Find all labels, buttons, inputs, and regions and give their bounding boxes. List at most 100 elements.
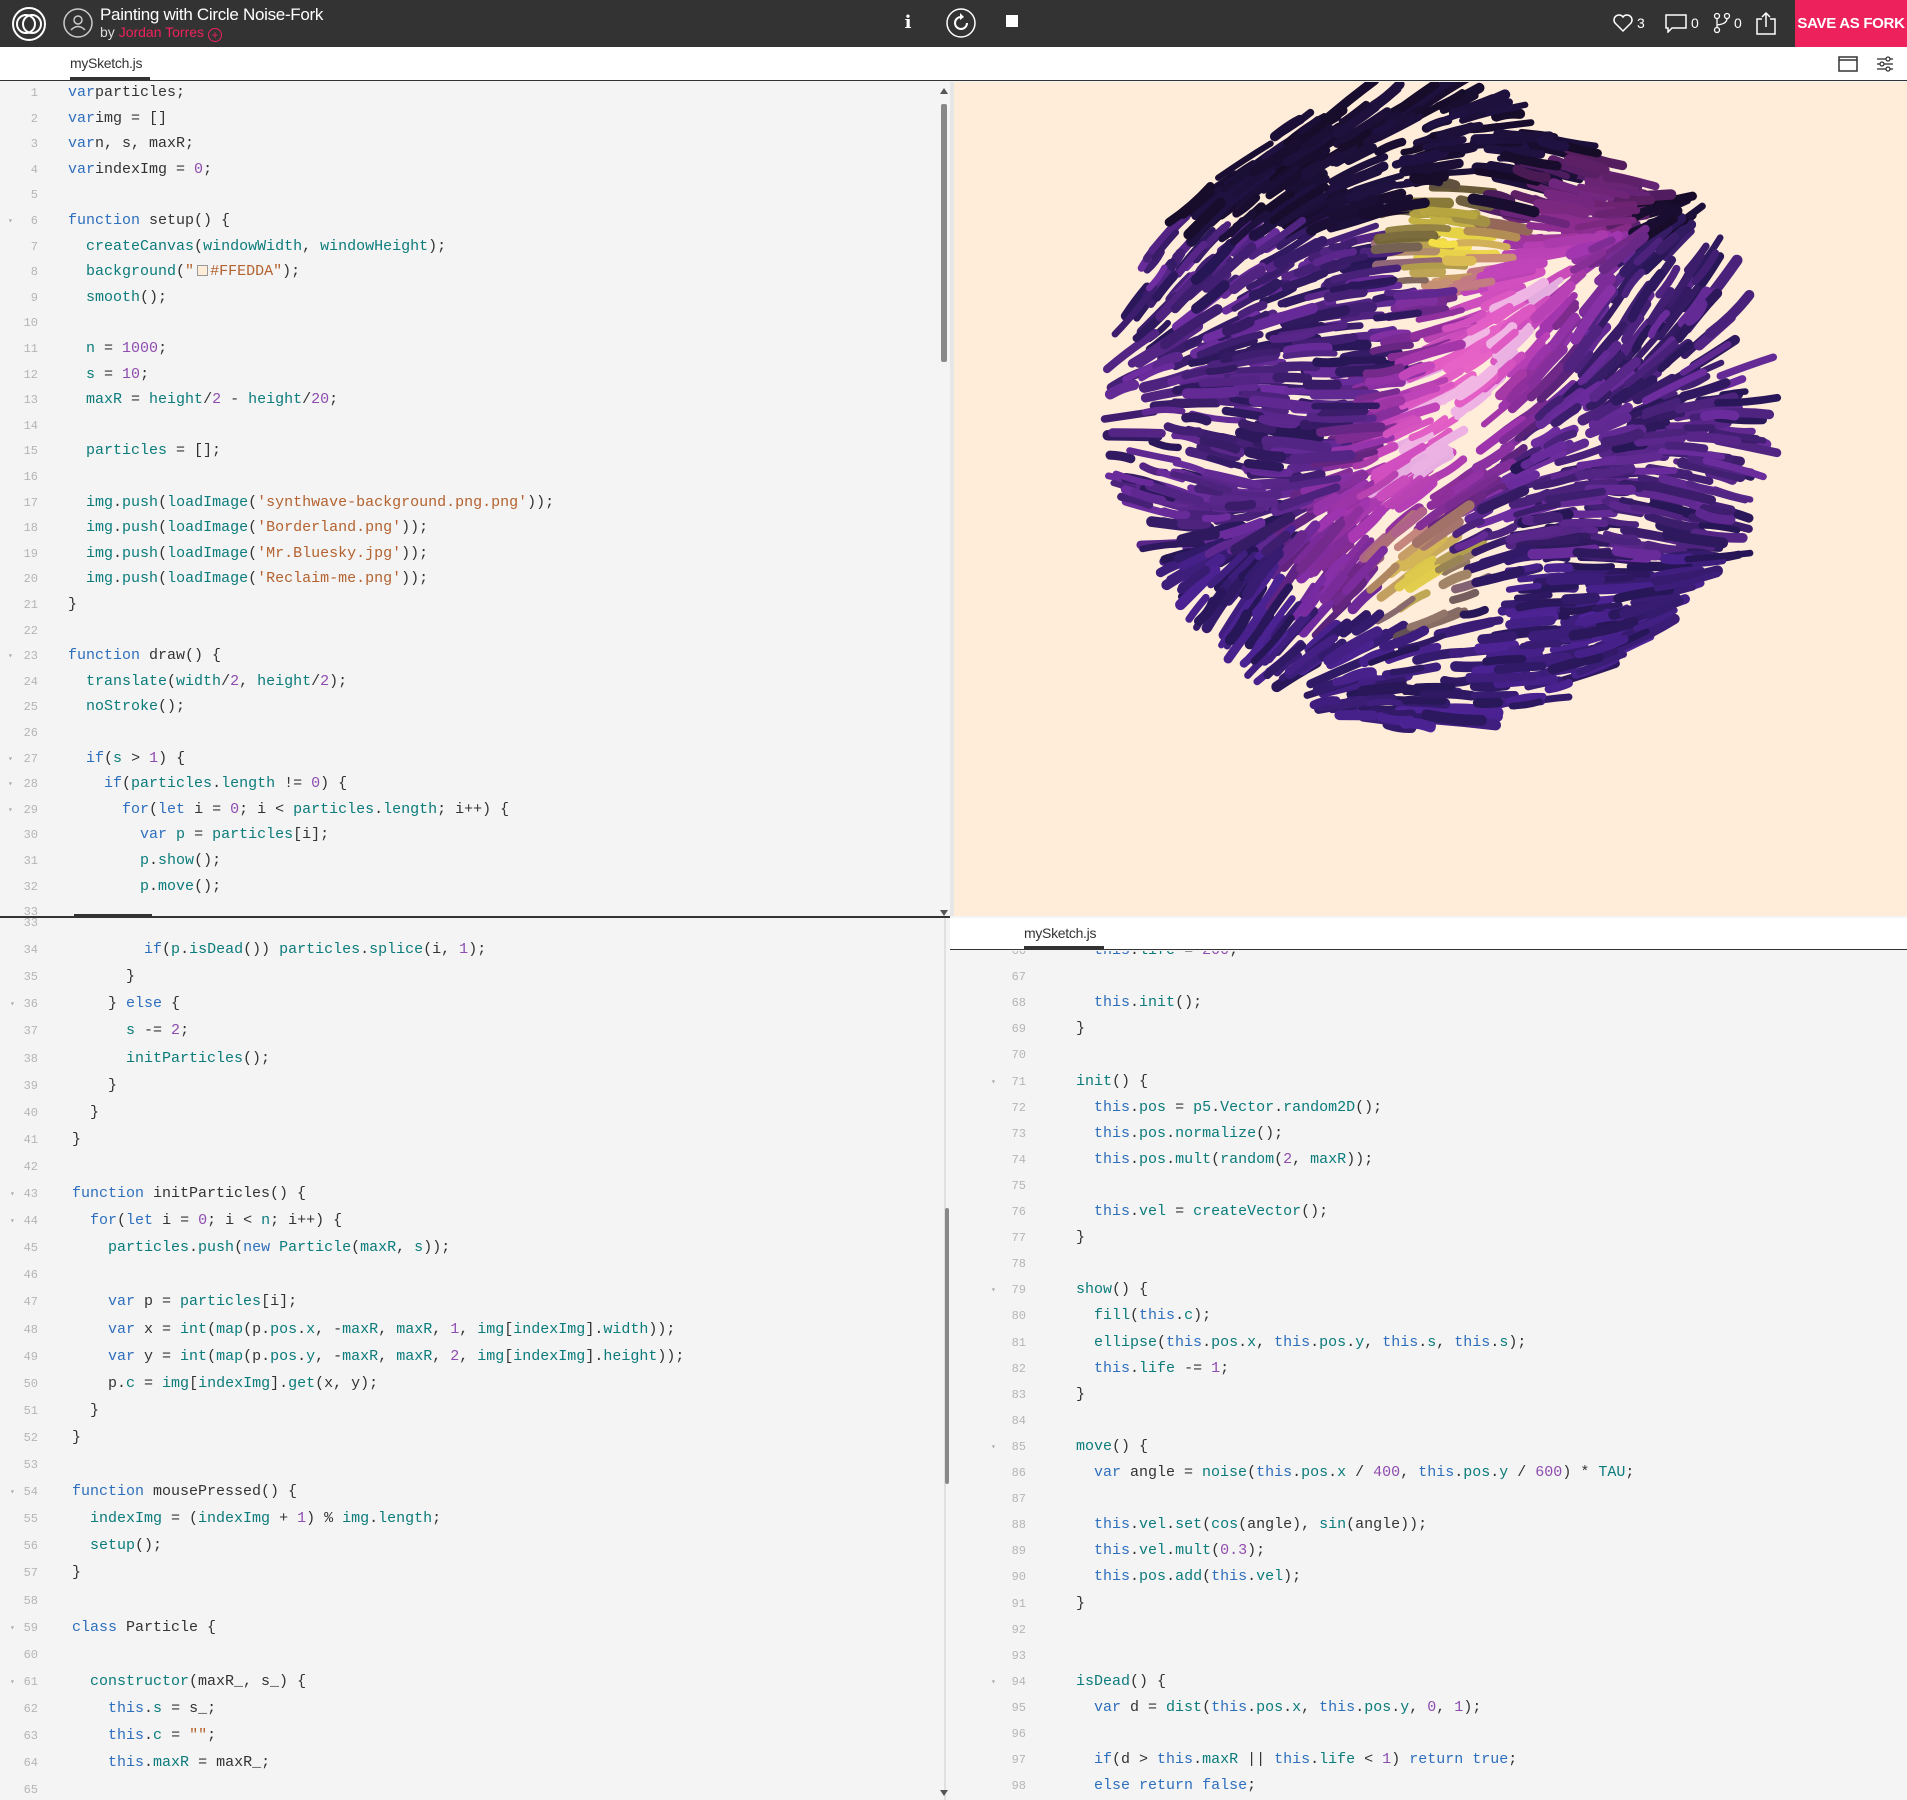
code-line[interactable]: 33	[0, 918, 940, 935]
fold-arrow-icon[interactable]: ▾	[10, 1487, 15, 1497]
code-line[interactable]: 75	[950, 1176, 1907, 1198]
code-line[interactable]: 70	[950, 1045, 1907, 1067]
fold-arrow-icon[interactable]: ▾	[10, 1677, 15, 1687]
color-swatch[interactable]	[197, 265, 209, 277]
code-line[interactable]: 79 ▾ show() {	[950, 1280, 1907, 1302]
plus-icon[interactable]: +	[208, 28, 223, 42]
code-line[interactable]: 86 var angle = noise(this.pos.x / 400, t…	[950, 1463, 1907, 1485]
user-icon[interactable]	[63, 8, 93, 38]
code-line[interactable]: 69 }	[950, 1019, 1907, 1041]
editor-scrollbar-top[interactable]	[941, 104, 947, 362]
fold-arrow-icon[interactable]: ▾	[10, 1189, 15, 1199]
code-line[interactable]: 92	[950, 1620, 1907, 1642]
code-line[interactable]: 74 this.pos.mult(random(2, maxR));	[950, 1150, 1907, 1172]
code-line[interactable]: 17 img.push(loadImage('synthwave-backgro…	[0, 493, 940, 515]
code-line[interactable]: 32 p.move();	[0, 877, 940, 899]
code-line[interactable]: 30 var p = particles[i];	[0, 825, 940, 847]
code-line[interactable]: 15 particles = [];	[0, 441, 940, 463]
code-line[interactable]: 97 if(d > this.maxR || this.life < 1) re…	[950, 1750, 1907, 1772]
tab-mysketch-js[interactable]: mySketch.js	[70, 55, 142, 71]
code-line[interactable]: 95 var d = dist(this.pos.x, this.pos.y, …	[950, 1698, 1907, 1720]
code-line[interactable]: 38 initParticles();	[0, 1049, 940, 1071]
code-line[interactable]: 12 s = 10;	[0, 365, 940, 387]
code-line[interactable]: 78	[950, 1254, 1907, 1276]
code-line[interactable]: 77 }	[950, 1228, 1907, 1250]
fold-arrow-icon[interactable]: ▾	[8, 779, 13, 789]
code-line[interactable]: 46	[0, 1265, 940, 1287]
code-line[interactable]: 60	[0, 1645, 940, 1667]
code-line[interactable]: 36 ▾ } else {	[0, 994, 940, 1016]
code-line[interactable]: 6 ▾ function setup() {	[0, 211, 940, 233]
code-line[interactable]: 28 ▾ if(particles.length != 0) {	[0, 774, 940, 796]
code-line[interactable]: 11 n = 1000;	[0, 339, 940, 361]
code-line[interactable]: 71 ▾ init() {	[950, 1072, 1907, 1094]
code-line[interactable]: 31 p.show();	[0, 851, 940, 873]
code-line[interactable]: 21}	[0, 595, 940, 617]
code-line[interactable]: 88 this.vel.set(cos(angle), sin(angle));	[950, 1515, 1907, 1537]
editor-scrollbar-bottom-left[interactable]	[945, 1208, 949, 1484]
stop-icon[interactable]	[1006, 15, 1018, 27]
code-line[interactable]: 90 this.pos.add(this.vel);	[950, 1567, 1907, 1589]
code-line[interactable]: 18 img.push(loadImage('Borderland.png'))…	[0, 518, 940, 540]
code-line[interactable]: 45 particles.push(new Particle(maxR, s))…	[0, 1238, 940, 1260]
code-line[interactable]: 72 this.pos = p5.Vector.random2D();	[950, 1098, 1907, 1120]
code-line[interactable]: 9 smooth();	[0, 288, 940, 310]
code-line[interactable]: 5	[0, 185, 940, 207]
code-line[interactable]: 50 p.c = img[indexImg].get(x, y);	[0, 1374, 940, 1396]
code-line[interactable]: 19 img.push(loadImage('Mr.Bluesky.jpg'))…	[0, 544, 940, 566]
fold-arrow-icon[interactable]: ▾	[8, 651, 13, 661]
code-line[interactable]: 13 maxR = height/2 - height/20;	[0, 390, 940, 412]
save-as-fork-button[interactable]: SAVE AS FORK	[1795, 0, 1907, 47]
code-line[interactable]: 59 ▾ class Particle {	[0, 1618, 940, 1640]
code-line[interactable]: 10	[0, 313, 940, 335]
code-line[interactable]: 25 noStroke();	[0, 697, 940, 719]
code-line[interactable]: 66 this.life = 200;	[950, 951, 1907, 963]
code-line[interactable]: 4 varindexImg = 0;	[0, 160, 940, 182]
fold-arrow-icon[interactable]: ▾	[10, 1623, 15, 1633]
scroll-down-arrow-icon-bottom[interactable]	[940, 1790, 948, 1796]
code-line[interactable]: 37 s -= 2;	[0, 1021, 940, 1043]
code-line[interactable]: 43 ▾ function initParticles() {	[0, 1184, 940, 1206]
code-line[interactable]: 84	[950, 1411, 1907, 1433]
scroll-up-arrow-icon[interactable]	[940, 88, 948, 94]
code-line[interactable]: 40 }	[0, 1103, 940, 1125]
code-line[interactable]: 93	[950, 1646, 1907, 1668]
code-line[interactable]: 22	[0, 621, 940, 643]
code-line[interactable]: 61 ▾ constructor(maxR_, s_) {	[0, 1672, 940, 1694]
code-line[interactable]: 80 fill(this.c);	[950, 1306, 1907, 1328]
code-line[interactable]: 34 if(p.isDead()) particles.splice(i, 1)…	[0, 940, 940, 962]
code-line[interactable]: 51 }	[0, 1401, 940, 1423]
code-line[interactable]: 2 varimg = []	[0, 109, 940, 131]
author-link[interactable]: Jordan Torres	[119, 24, 204, 40]
likes-counter[interactable]: 3	[1612, 9, 1645, 37]
code-line[interactable]: 26	[0, 723, 940, 745]
fold-arrow-icon[interactable]: ▾	[8, 754, 13, 764]
code-line[interactable]: 52}	[0, 1428, 940, 1450]
code-line[interactable]: 56 setup();	[0, 1536, 940, 1558]
code-line[interactable]: 29 ▾ for(let i = 0; i < particles.length;…	[0, 800, 940, 822]
code-line[interactable]: 39 }	[0, 1076, 940, 1098]
code-line[interactable]: 42	[0, 1157, 940, 1179]
restart-icon[interactable]	[945, 7, 977, 39]
fold-arrow-icon[interactable]: ▾	[10, 999, 15, 1009]
code-line[interactable]: 54 ▾ function mousePressed() {	[0, 1482, 940, 1504]
forks-counter[interactable]: 0	[1713, 9, 1742, 37]
fold-arrow-icon[interactable]: ▾	[991, 1077, 996, 1087]
code-line[interactable]: 8 background(" #FFEDDA");	[0, 262, 940, 284]
code-line[interactable]: 91 }	[950, 1594, 1907, 1616]
code-line[interactable]: 23 ▾ function draw() {	[0, 646, 940, 668]
fold-arrow-icon[interactable]: ▾	[8, 805, 13, 815]
code-editor-bottom-right[interactable]: 66 this.life = 200;6768 this.init();69 }…	[950, 951, 1907, 1800]
layout-icon[interactable]	[1838, 56, 1858, 72]
code-line[interactable]: 62 this.s = s_;	[0, 1699, 940, 1721]
fold-arrow-icon[interactable]: ▾	[991, 1677, 996, 1687]
code-line[interactable]: 7 createCanvas(windowWidth, windowHeight…	[0, 237, 940, 259]
settings-icon[interactable]	[1876, 55, 1894, 73]
code-line[interactable]: 14	[0, 416, 940, 438]
code-line[interactable]: 64 this.maxR = maxR_;	[0, 1753, 940, 1775]
code-line[interactable]: 85 ▾ move() {	[950, 1437, 1907, 1459]
code-line[interactable]: 83 }	[950, 1385, 1907, 1407]
code-line[interactable]: 89 this.vel.mult(0.3);	[950, 1541, 1907, 1563]
code-line[interactable]: 27 ▾ if(s > 1) {	[0, 749, 940, 771]
code-line[interactable]: 3 varn, s, maxR;	[0, 134, 940, 156]
